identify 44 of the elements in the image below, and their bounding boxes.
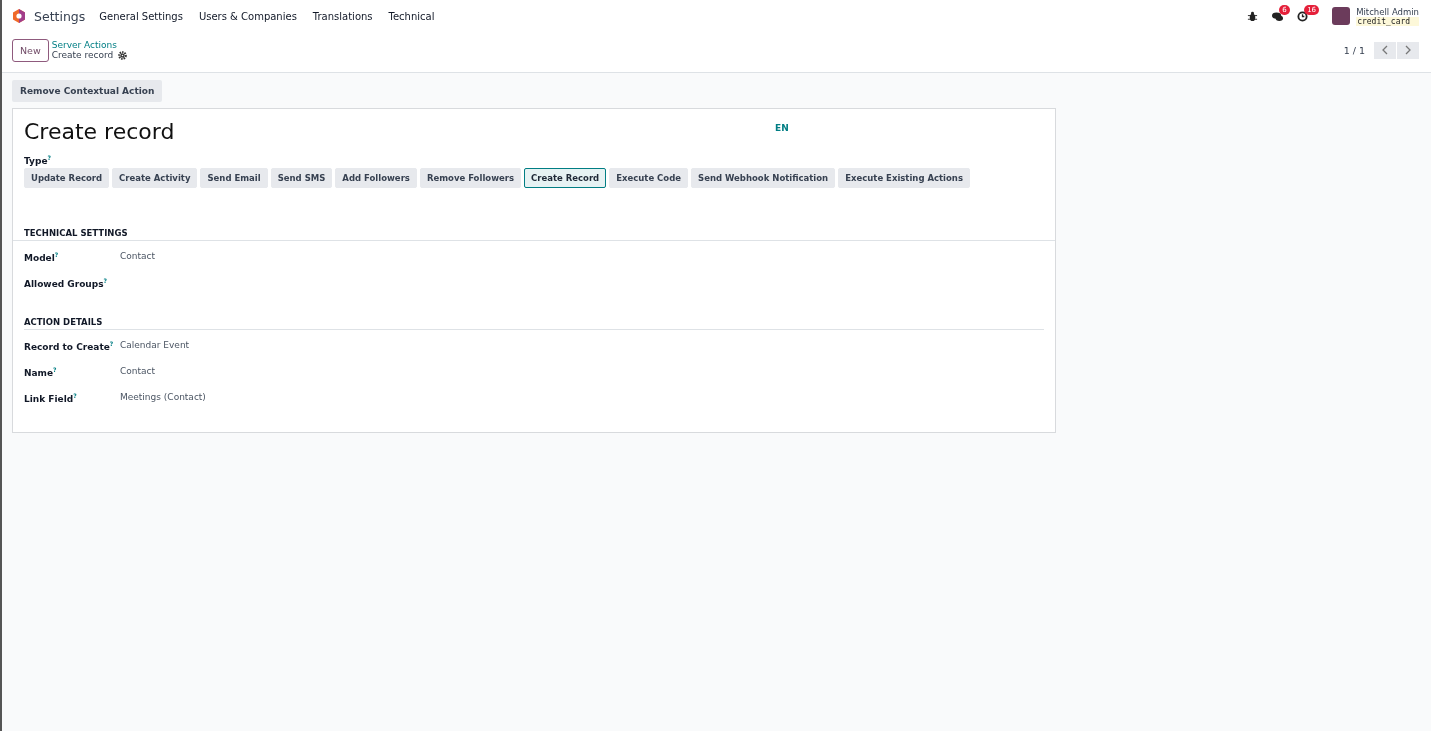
field-value[interactable]: Contact [120,251,155,277]
new-button[interactable]: New [12,38,49,62]
type-option[interactable]: Update Record [24,168,110,188]
breadcrumb-link[interactable]: Server Actions [51,40,128,50]
bug-icon[interactable] [1247,10,1259,22]
language-button[interactable]: EN [775,123,789,133]
field-value[interactable]: Meetings (Contact) [120,392,206,418]
type-option[interactable]: Send Email [200,168,268,188]
type-option[interactable]: Execute Code [609,168,689,188]
section-title: TECHNICAL SETTINGS [13,228,1055,241]
menu-item[interactable]: Technical [388,10,435,22]
type-option[interactable]: Execute Existing Actions [838,168,970,188]
app-logo-icon[interactable] [12,9,26,23]
chevron-left-icon [1381,45,1389,55]
user-name: Mitchell Admin [1356,6,1419,17]
record-name: Create record [24,119,175,144]
clock-icon[interactable] [1297,10,1309,22]
app-name[interactable]: Settings [34,8,86,24]
database-name: credit_card [1356,16,1419,26]
field-label: Allowed Groups$^{?}$ [24,277,108,291]
type-option[interactable]: Create Activity [112,168,198,188]
contextual-action-button[interactable]: Remove Contextual Action [12,80,163,102]
record-title: Create record [51,50,114,60]
chat-icon[interactable] [1272,10,1284,22]
pager-value: 1 / 1 [1343,44,1365,56]
field-label: Model$^{?}$ [24,251,60,265]
menu-item[interactable]: Translations [312,10,373,22]
type-option[interactable]: Add Followers [335,168,417,188]
field-value[interactable]: Calendar Event [120,340,190,366]
field-value[interactable]: Contact [120,366,155,392]
type-option[interactable]: Send Webhook Notification [691,168,836,188]
menu-item[interactable]: General Settings [99,10,183,22]
settings-icon[interactable] [118,50,128,60]
menu-item[interactable]: Users & Companies [198,10,297,22]
field-label: Record to Create$^{?}$ [24,340,115,354]
field-label: Link Field$^{?}$ [24,392,78,406]
type-label: Type$^{?}$ [24,154,52,166]
section-title: ACTION DETAILS [24,317,1044,330]
type-option[interactable]: Send SMS [270,168,333,188]
user-avatar[interactable] [1332,7,1351,25]
type-option[interactable]: Create Record [524,168,607,188]
type-option[interactable]: Remove Followers [419,168,521,188]
field-label: Name$^{?}$ [24,366,58,380]
chevron-right-icon [1404,45,1412,55]
